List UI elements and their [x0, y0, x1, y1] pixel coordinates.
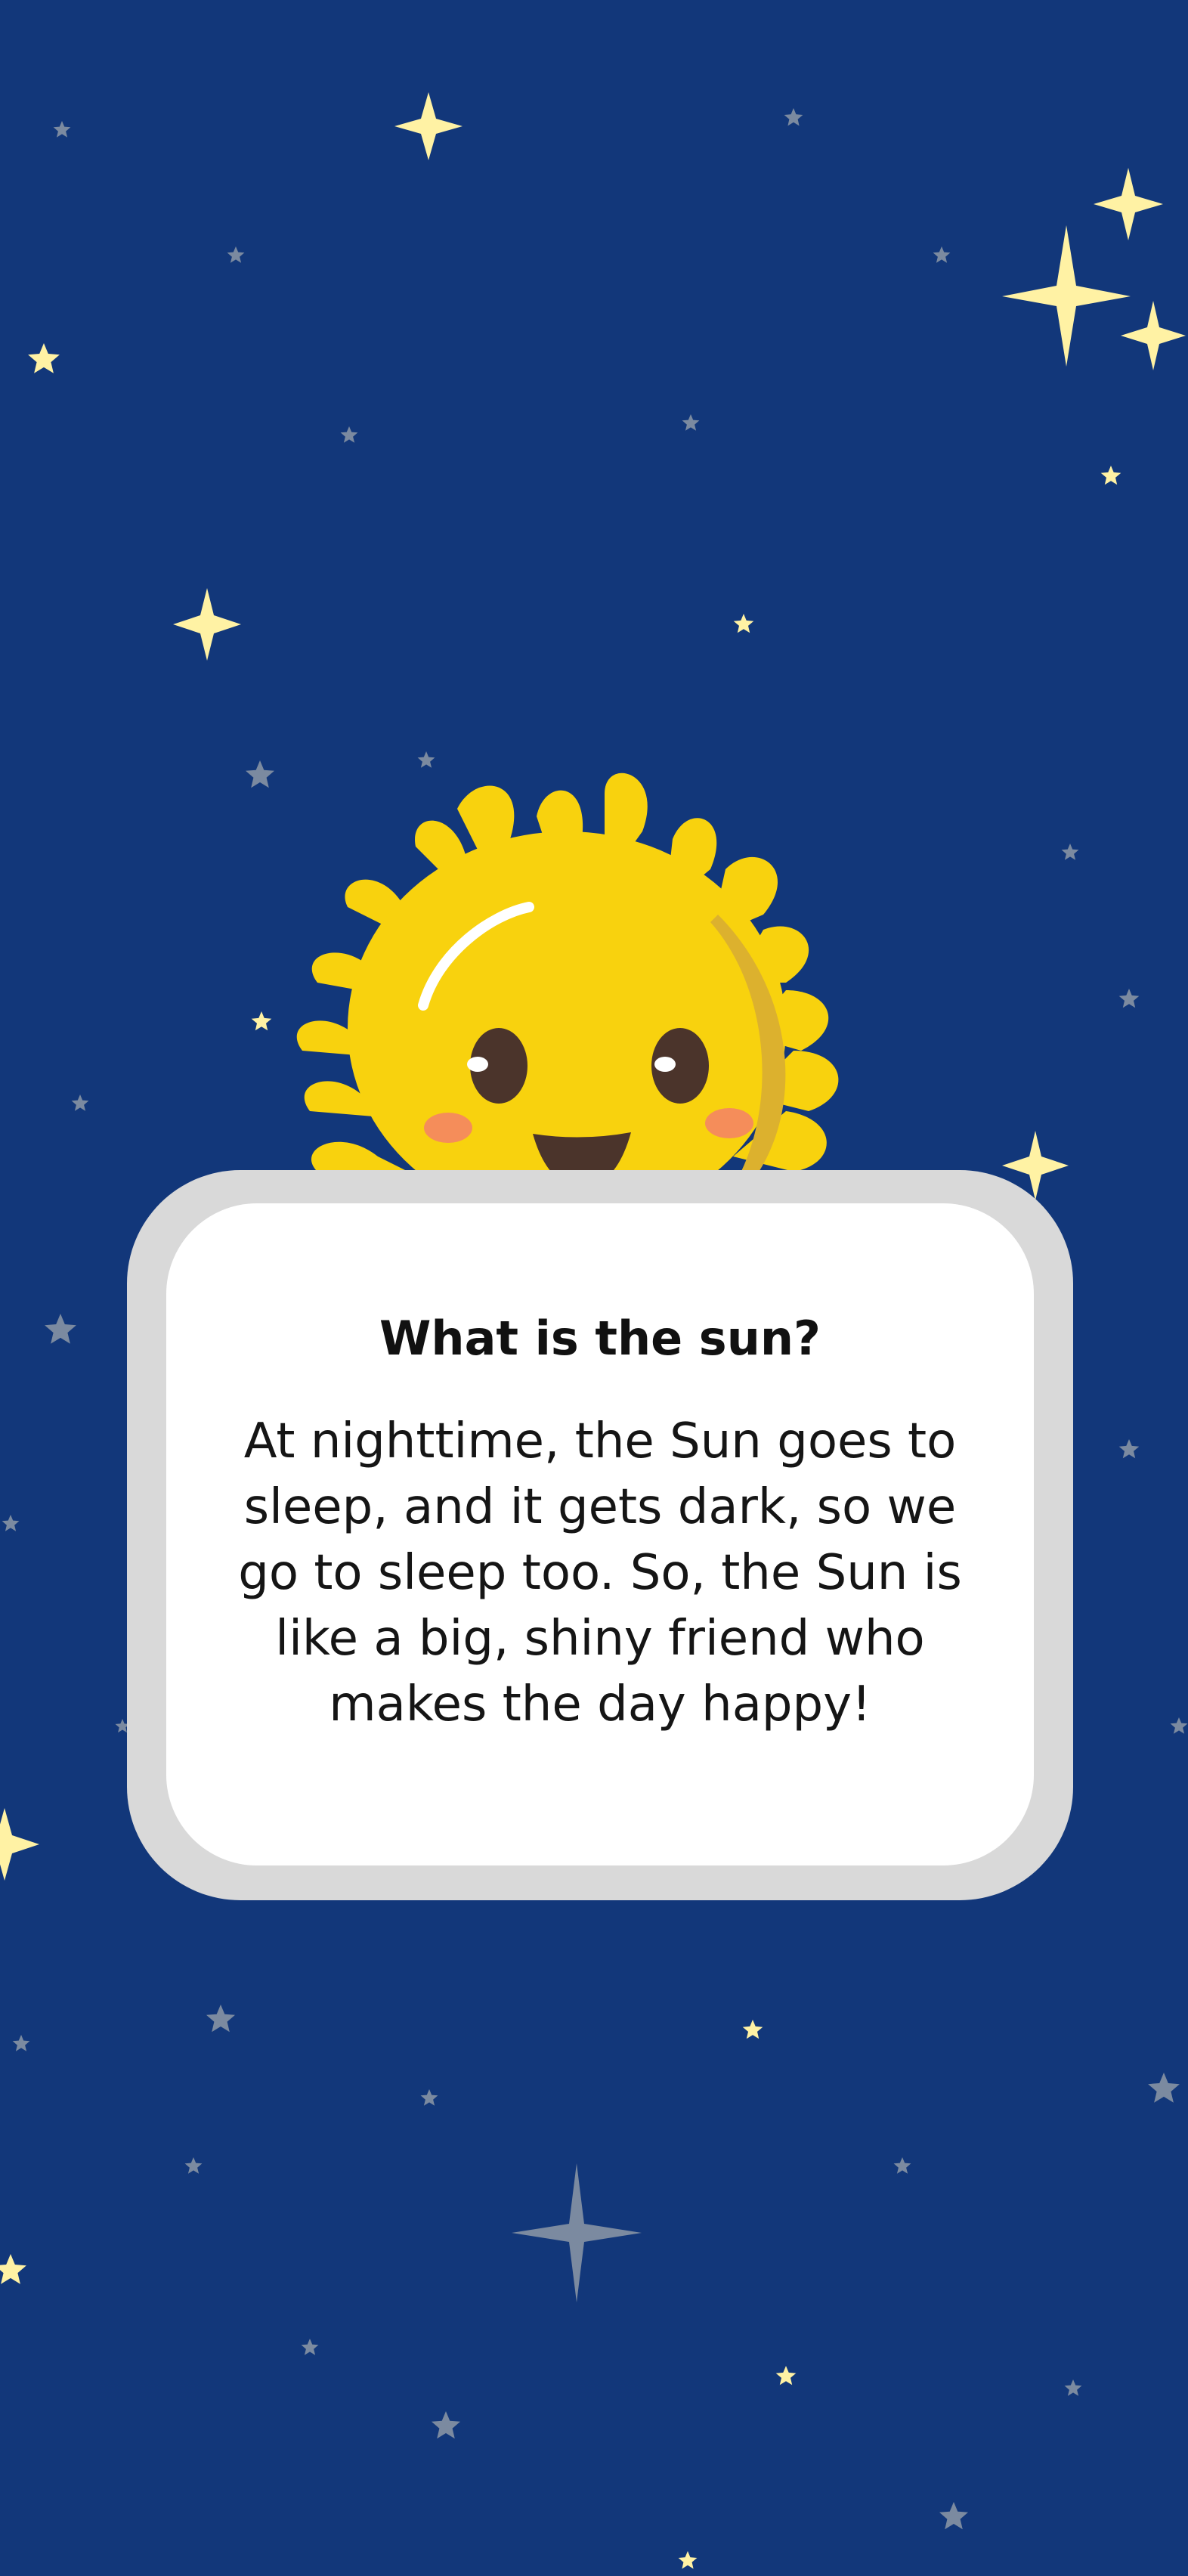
card-title: What is the sun? — [379, 1311, 821, 1366]
story-page: { "page": { "background_color": "#12377a… — [0, 0, 1188, 2576]
card-body-text: At nighttime, the Sun goes to sleep, and… — [238, 1413, 962, 1732]
text-card: What is the sun? At nighttime, the Sun g… — [166, 1203, 1034, 1865]
text-card-frame: What is the sun? At nighttime, the Sun g… — [127, 1170, 1073, 1900]
sun-icon — [296, 772, 839, 1187]
